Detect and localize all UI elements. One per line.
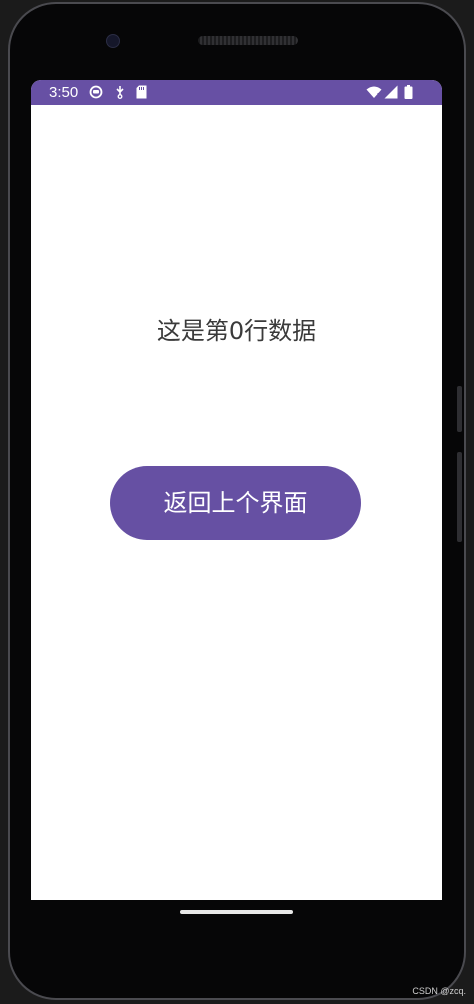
front-camera-icon [106, 34, 120, 48]
battery-icon [404, 85, 413, 99]
earpiece-speaker-icon [198, 36, 298, 45]
status-time: 3:50 [49, 84, 79, 101]
navigation-bar [31, 900, 442, 960]
back-to-previous-button[interactable]: 返回上个界面 [110, 466, 361, 540]
row-data-text: 这是第0行数据 [156, 317, 317, 345]
sd-card-icon [136, 85, 147, 99]
wifi-icon [366, 86, 382, 98]
volume-key[interactable] [457, 452, 462, 542]
emulator-frame: 3:50 这是第0行数据 返回上个界面 CSDN @zcq. [0, 0, 474, 1004]
watermark-text: CSDN @zcq. [412, 986, 466, 996]
usb-debug-icon [116, 86, 124, 99]
power-key[interactable] [457, 386, 462, 432]
cellular-signal-icon [384, 85, 398, 99]
assistant-icon [89, 85, 103, 99]
home-gesture-handle[interactable] [180, 910, 293, 914]
status-bar: 3:50 [31, 80, 442, 105]
app-screen: 3:50 这是第0行数据 返回上个界面 [31, 80, 442, 900]
